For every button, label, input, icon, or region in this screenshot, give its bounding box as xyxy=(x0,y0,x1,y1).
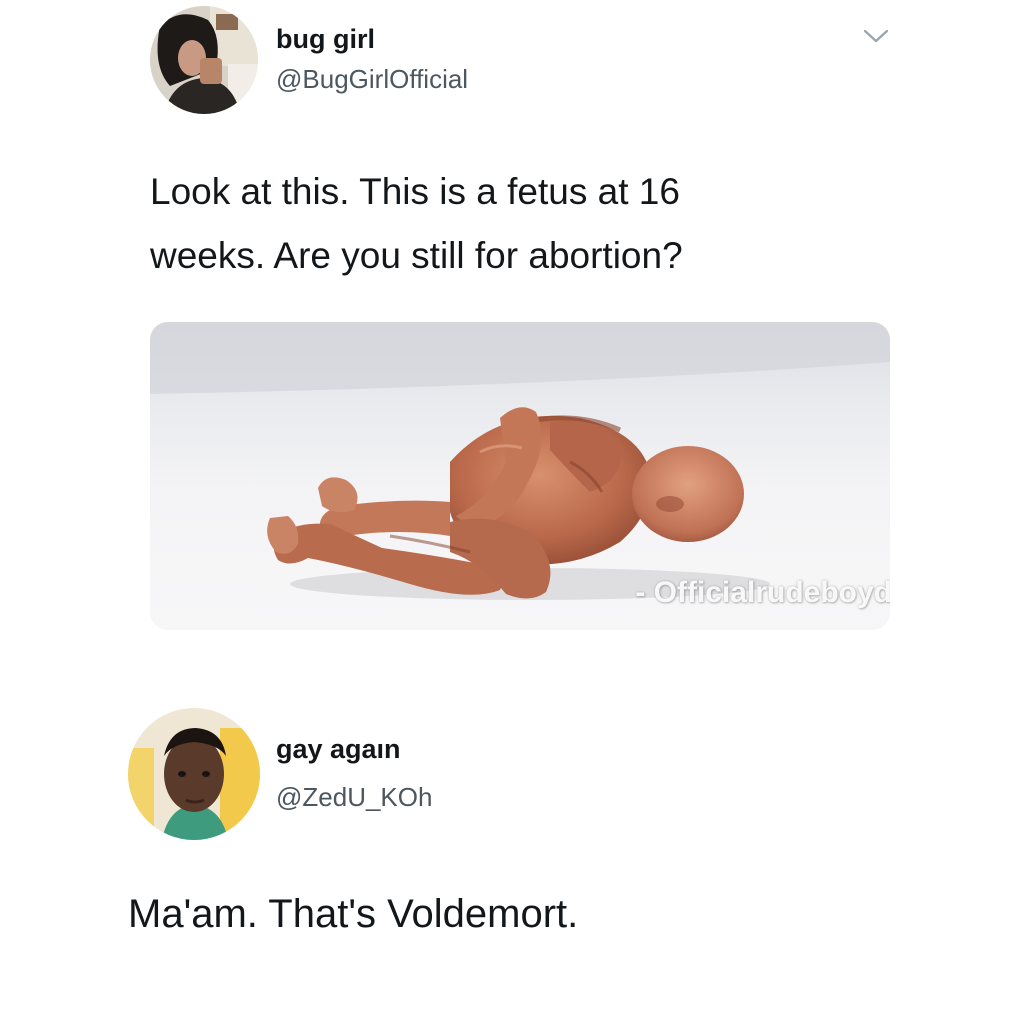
bug-girl-avatar[interactable] xyxy=(150,6,258,114)
reply-text: Ma'am. That's Voldemort. xyxy=(128,892,579,936)
chevron-down-icon[interactable] xyxy=(862,26,890,46)
author-display-name[interactable]: bug girl xyxy=(276,24,375,54)
avatar-photo-icon xyxy=(128,708,260,840)
tweet-text-line-2: weeks. Are you still for abortion? xyxy=(150,235,683,276)
image-watermark: - Officialrudeboyd xyxy=(635,576,890,609)
reply-author-handle[interactable]: @ZedU_KOh xyxy=(276,782,432,812)
tweet-text-line-1: Look at this. This is a fetus at 16 xyxy=(150,171,680,212)
reply-author-display-name[interactable]: gay agaın xyxy=(276,734,401,764)
avatar-photo-icon xyxy=(150,6,258,114)
gay-again-avatar[interactable] xyxy=(128,708,260,840)
tweet-media-image[interactable]: - Officialrudeboyd xyxy=(150,322,890,630)
author-handle[interactable]: @BugGirlOfficial xyxy=(276,64,468,94)
